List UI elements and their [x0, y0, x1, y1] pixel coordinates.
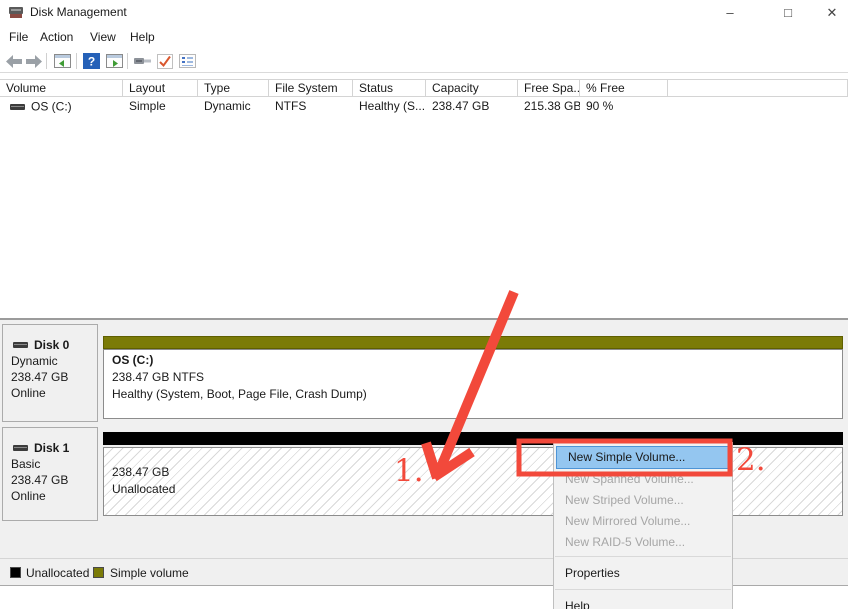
cell-type: Dynamic: [198, 98, 269, 115]
check-disk-button[interactable]: [155, 52, 175, 70]
column-header-free-space[interactable]: Free Spa...: [518, 80, 580, 97]
menu-item-properties[interactable]: Properties: [554, 560, 732, 586]
column-header-percent-free[interactable]: % Free: [580, 80, 668, 97]
disk0-volume-color-band: [103, 336, 843, 349]
column-header-volume[interactable]: Volume: [0, 80, 123, 97]
disk0-volume-title: OS (C:): [112, 352, 842, 369]
menu-action[interactable]: Action: [36, 28, 77, 46]
disk0-volume-health: Healthy (System, Boot, Page File, Crash …: [112, 386, 842, 403]
toolbar-separator: [127, 53, 128, 69]
column-header-status[interactable]: Status: [353, 80, 426, 97]
svg-text:?: ?: [87, 55, 94, 69]
toolbar-separator: [46, 53, 47, 69]
cell-volume: OS (C:): [31, 100, 72, 114]
disk-management-window: Disk Management – □ ✕ File Action View H…: [0, 0, 848, 609]
back-arrow-icon: [6, 55, 22, 68]
toolbar: ?: [0, 49, 848, 73]
checkmark-icon: [157, 54, 173, 69]
legend-simple-volume-swatch: [93, 567, 104, 578]
cell-status: Healthy (S...: [353, 98, 426, 115]
menu-separator: [555, 589, 731, 590]
menu-file[interactable]: File: [5, 28, 32, 46]
menu-item-new-raid5-volume: New RAID-5 Volume...: [554, 532, 732, 553]
volume-drive-icon: [10, 98, 25, 115]
menu-item-new-mirrored-volume: New Mirrored Volume...: [554, 511, 732, 532]
disk0-state: Online: [11, 385, 97, 401]
disk1-name: Disk 1: [34, 441, 69, 455]
disk0-info-panel[interactable]: Disk 0 Dynamic 238.47 GB Online: [2, 324, 98, 422]
legend-simple-volume-label: Simple volume: [110, 565, 189, 581]
cell-percent-free: 90 %: [580, 98, 668, 115]
disk0-name: Disk 0: [34, 338, 69, 352]
disk0-volume-box[interactable]: OS (C:) 238.47 GB NTFS Healthy (System, …: [103, 349, 843, 419]
window-title: Disk Management: [30, 5, 127, 19]
back-button[interactable]: [4, 52, 24, 70]
volume-table-header: Volume Layout Type File System Status Ca…: [0, 79, 848, 97]
toolbar-separator: [76, 53, 77, 69]
show-console-tree-button[interactable]: [52, 52, 72, 70]
app-disk-icon: [9, 6, 23, 22]
close-button[interactable]: ✕: [812, 0, 848, 25]
context-menu: New Simple Volume... New Spanned Volume.…: [553, 442, 733, 609]
column-header-blank: [668, 80, 848, 97]
disk0-volume-size: 238.47 GB NTFS: [112, 369, 842, 386]
show-action-pane-button[interactable]: [104, 52, 124, 70]
console-tree-icon: [54, 54, 71, 68]
disk1-kind: Basic: [11, 456, 97, 472]
forward-arrow-icon: [26, 55, 42, 68]
menu-view[interactable]: View: [86, 28, 120, 46]
menu-help[interactable]: Help: [126, 28, 159, 46]
disk1-state: Online: [11, 488, 97, 504]
disk0-size: 238.47 GB: [11, 369, 97, 385]
menu-item-new-striped-volume: New Striped Volume...: [554, 490, 732, 511]
cell-free-space: 215.38 GB: [518, 98, 580, 115]
help-button[interactable]: ?: [81, 52, 101, 70]
menu-item-new-simple-volume[interactable]: New Simple Volume...: [556, 446, 730, 469]
column-header-capacity[interactable]: Capacity: [426, 80, 518, 97]
cell-layout: Simple: [123, 98, 198, 115]
legend-unallocated-label: Unallocated: [26, 565, 89, 581]
disk1-size: 238.47 GB: [11, 472, 97, 488]
help-icon: ?: [83, 53, 100, 69]
volume-list-pane: Volume Layout Type File System Status Ca…: [0, 73, 848, 318]
cell-file-system: NTFS: [269, 98, 353, 115]
menu-bar: File Action View Help: [0, 25, 848, 49]
menu-item-help[interactable]: Help: [554, 593, 732, 609]
legend-unallocated-swatch: [10, 567, 21, 578]
device-tool-button[interactable]: [133, 52, 153, 70]
title-bar: Disk Management – □ ✕: [0, 0, 848, 25]
menu-separator: [555, 556, 731, 557]
column-header-layout[interactable]: Layout: [123, 80, 198, 97]
properties-list-button[interactable]: [177, 52, 197, 70]
table-row-os-c[interactable]: OS (C:) Simple Dynamic NTFS Healthy (S..…: [0, 98, 848, 115]
disk1-info-panel[interactable]: Disk 1 Basic 238.47 GB Online: [2, 427, 98, 521]
forward-button[interactable]: [24, 52, 44, 70]
device-tool-icon: [134, 55, 152, 67]
disk-drive-icon: [13, 445, 28, 451]
column-header-file-system[interactable]: File System: [269, 80, 353, 97]
disk-drive-icon: [13, 342, 28, 348]
maximize-button[interactable]: □: [768, 0, 808, 25]
column-header-type[interactable]: Type: [198, 80, 269, 97]
action-pane-icon: [106, 54, 123, 68]
cell-capacity: 238.47 GB: [426, 98, 518, 115]
list-icon: [179, 54, 196, 68]
disk0-kind: Dynamic: [11, 353, 97, 369]
menu-item-new-spanned-volume: New Spanned Volume...: [554, 469, 732, 490]
minimize-button[interactable]: –: [710, 0, 750, 25]
